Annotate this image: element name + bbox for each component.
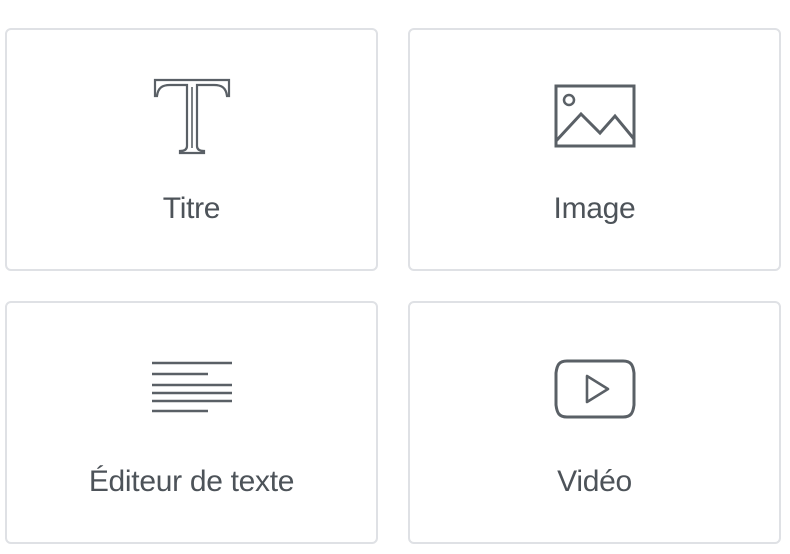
video-play-icon [410, 349, 779, 429]
widget-label: Vidéo [557, 465, 632, 498]
widget-text-editor[interactable]: Éditeur de texte [5, 301, 378, 544]
text-editor-icon [7, 349, 376, 429]
widget-label: Image [553, 192, 636, 225]
widget-titre[interactable]: Titre [5, 28, 378, 271]
widget-label: Éditeur de texte [88, 465, 295, 498]
heading-t-icon [7, 76, 376, 156]
image-icon [410, 76, 779, 156]
widget-video[interactable]: Vidéo [408, 301, 781, 544]
widget-grid: Titre Image Éditeur de texte Vidéo [0, 0, 790, 554]
widget-image[interactable]: Image [408, 28, 781, 271]
widget-label: Titre [162, 192, 221, 225]
